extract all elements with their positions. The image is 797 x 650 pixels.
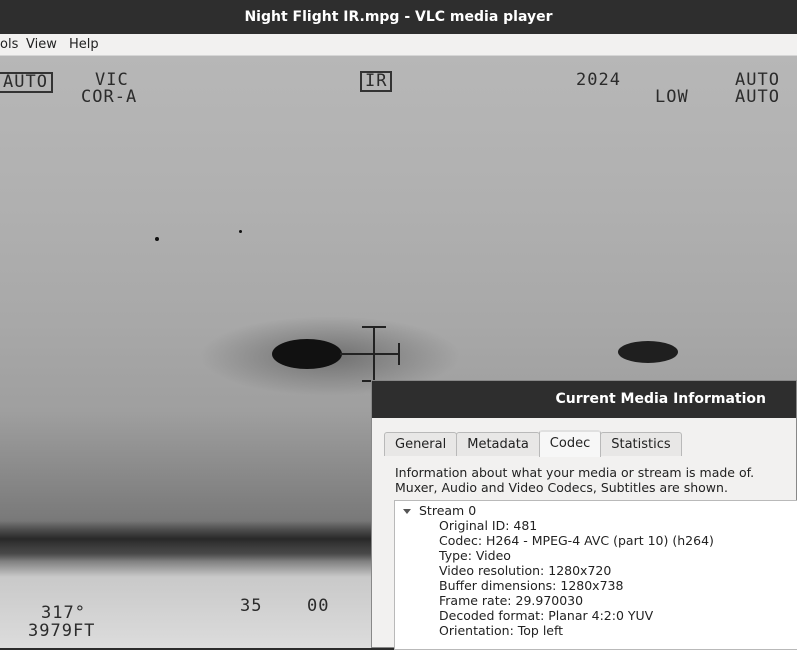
hud-altitude: 3979FT (28, 621, 96, 641)
hud-auto-box: AUTO (0, 72, 53, 93)
tree-item: Type: Video (439, 548, 511, 563)
window-titlebar[interactable]: Night Flight IR.mpg - VLC media player (0, 0, 797, 34)
description-line-1: Information about what your media or str… (395, 465, 755, 480)
menu-help[interactable]: Help (69, 37, 99, 52)
media-info-dialog: Current Media Information General Metada… (371, 380, 797, 650)
hud-auto-right-2: AUTO (735, 87, 780, 107)
codec-tree[interactable]: Stream 0 Original ID: 481 Codec: H264 - … (394, 500, 797, 650)
hud-2024: 2024 (576, 70, 621, 90)
tab-statistics-label: Statistics (611, 437, 671, 452)
hud-heading: 317° (41, 603, 86, 623)
hud-cor: COR-A (81, 87, 138, 107)
tree-stream-row[interactable]: Stream 0 (403, 503, 476, 518)
hud-low: LOW (655, 87, 689, 107)
aircraft-blob (272, 339, 342, 369)
aircraft-blob (618, 341, 678, 363)
dialog-titlebar[interactable]: Current Media Information (372, 381, 796, 418)
speck (155, 237, 159, 241)
menu-view[interactable]: View (26, 37, 57, 52)
tab-metadata[interactable]: Metadata (456, 432, 540, 456)
description-line-2: Muxer, Audio and Video Codecs, Subtitles… (395, 480, 728, 495)
speck (239, 230, 242, 233)
tree-item: Orientation: Top left (439, 623, 564, 638)
menu-bar: ols View Help (0, 34, 797, 56)
menu-tools[interactable]: ols (0, 37, 18, 52)
tree-item: Original ID: 481 (439, 518, 538, 533)
tree-item: Video resolution: 1280x720 (439, 563, 612, 578)
hud-scale-00: 00 (307, 596, 330, 616)
tab-codec-label: Codec (549, 436, 591, 451)
tree-item: Buffer dimensions: 1280x738 (439, 578, 624, 593)
tab-statistics[interactable]: Statistics (600, 432, 682, 456)
tab-general[interactable]: General (384, 432, 458, 456)
chevron-down-icon[interactable] (403, 509, 411, 514)
stream-label: Stream 0 (419, 503, 477, 518)
dialog-tabs: General Metadata Codec Statistics (384, 430, 682, 457)
tab-general-label: General (395, 437, 447, 452)
hud-ir-box: IR (360, 71, 393, 92)
hud-scale-35: 35 (240, 596, 263, 616)
dialog-title: Current Media Information (555, 391, 766, 407)
tree-item: Decoded format: Planar 4:2:0 YUV (439, 608, 654, 623)
window-title: Night Flight IR.mpg - VLC media player (244, 9, 553, 25)
tree-item: Codec: H264 - MPEG-4 AVC (part 10) (h264… (439, 533, 714, 548)
tab-codec[interactable]: Codec (538, 430, 602, 457)
tree-item: Frame rate: 29.970030 (439, 593, 584, 608)
codec-description: Information about what your media or str… (395, 465, 754, 495)
tab-metadata-label: Metadata (467, 437, 529, 452)
